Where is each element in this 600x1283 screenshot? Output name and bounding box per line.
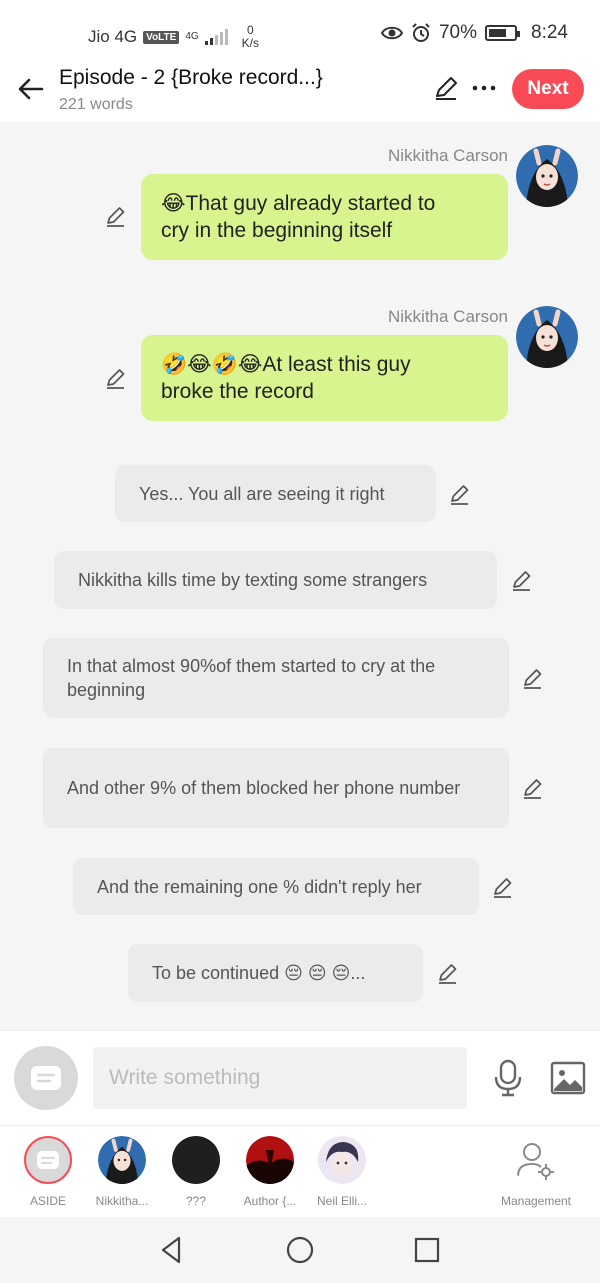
network-speed: 0 K/s xyxy=(241,23,260,50)
chat-area[interactable]: Nikkitha Carson 😂That guy already starte… xyxy=(0,122,600,1030)
edit-narration-icon[interactable] xyxy=(491,875,515,899)
character-bar: ASIDE Nikkitha... ??? Author {... Neil E… xyxy=(0,1125,600,1217)
message-bubble[interactable]: 🤣😂🤣😂At least this guy broke the record xyxy=(141,335,508,421)
edit-narration-icon[interactable] xyxy=(436,961,460,985)
more-options-icon[interactable] xyxy=(470,74,498,102)
edit-narration-icon[interactable] xyxy=(448,482,472,506)
narration-text: And the remaining one % didn't reply her xyxy=(97,876,422,897)
message-text-line: 😂That guy already started to xyxy=(161,192,436,215)
message-input[interactable] xyxy=(93,1047,467,1109)
composer-bar xyxy=(0,1030,600,1125)
message-text-line: 🤣😂🤣😂At least this guy xyxy=(161,353,411,376)
narration-bubble[interactable]: To be continued 😔 😔 😔... xyxy=(128,944,423,1002)
narration-text: To be continued 😔 😔 😔... xyxy=(152,963,366,983)
character-label: Nikkitha... xyxy=(95,1194,149,1208)
message-bubble[interactable]: 😂That guy already started to cry in the … xyxy=(141,174,508,260)
edit-message-icon[interactable] xyxy=(104,204,128,228)
battery-icon xyxy=(485,25,521,41)
image-icon[interactable] xyxy=(550,1061,586,1095)
back-arrow-icon[interactable] xyxy=(14,72,48,106)
microphone-icon[interactable] xyxy=(492,1059,524,1097)
network-type: 4G xyxy=(185,31,199,42)
message-text-line: broke the record xyxy=(161,380,314,403)
status-bar: Jio 4G VoLTE 4G 0 K/s 70% 8:24 xyxy=(0,0,600,60)
edit-message-icon[interactable] xyxy=(104,366,128,390)
carrier-label: Jio 4G xyxy=(88,27,138,46)
alarm-icon xyxy=(412,23,430,42)
character-label: Author {... xyxy=(243,1194,297,1208)
character-label: Management xyxy=(500,1194,572,1208)
edit-narration-icon[interactable] xyxy=(521,776,545,800)
narration-text: And other 9% of them blocked her phone n… xyxy=(67,778,461,798)
avatar[interactable] xyxy=(516,306,578,368)
avatar xyxy=(246,1136,294,1184)
word-count: 221 words xyxy=(59,96,133,113)
management-button[interactable]: Management xyxy=(496,1136,576,1208)
edit-narration-icon[interactable] xyxy=(521,666,545,690)
narration-text: In that almost 90%of them started to cry… xyxy=(67,656,436,700)
nav-recents-icon[interactable] xyxy=(412,1235,442,1265)
narration-bubble[interactable]: Nikkitha kills time by texting some stra… xyxy=(54,551,497,609)
next-button[interactable]: Next xyxy=(512,69,584,109)
system-nav-bar xyxy=(0,1217,600,1283)
narration-text: Nikkitha kills time by texting some stra… xyxy=(78,570,428,590)
character-author[interactable]: Author {... xyxy=(230,1136,310,1208)
avatar[interactable] xyxy=(516,145,578,207)
narration-bubble[interactable]: Yes... You all are seeing it right xyxy=(115,465,436,522)
character-neil[interactable]: Neil Elli... xyxy=(302,1136,382,1208)
signal-icon xyxy=(204,29,228,45)
edit-title-icon[interactable] xyxy=(432,74,460,102)
narration-bubble[interactable]: And other 9% of them blocked her phone n… xyxy=(43,748,509,828)
character-unknown[interactable]: ??? xyxy=(156,1136,236,1208)
aside-avatar xyxy=(24,1136,72,1184)
sender-name: Nikkitha Carson xyxy=(388,146,508,165)
avatar xyxy=(172,1136,220,1184)
narration-text: Yes... You all are seeing it right xyxy=(139,483,385,504)
status-left: Jio 4G VoLTE 4G 0 K/s xyxy=(88,24,259,50)
episode-header: Episode - 2 {Broke record...} 221 words … xyxy=(0,60,600,122)
chat-bubble-icon xyxy=(37,1151,59,1169)
battery-percent: 70% xyxy=(438,22,478,43)
character-label: ??? xyxy=(185,1194,207,1208)
character-label: ASIDE xyxy=(29,1194,66,1208)
chat-bubble-icon xyxy=(31,1066,61,1090)
avatar xyxy=(98,1136,146,1184)
aside-toggle-button[interactable] xyxy=(14,1046,78,1110)
narration-bubble[interactable]: In that almost 90%of them started to cry… xyxy=(43,638,509,718)
management-icon xyxy=(512,1136,560,1184)
nav-home-icon[interactable] xyxy=(285,1235,315,1265)
clock: 8:24 xyxy=(531,22,568,43)
message-text-line: cry in the beginning itself xyxy=(161,219,393,242)
episode-title[interactable]: Episode - 2 {Broke record...} xyxy=(59,66,323,90)
character-nikkitha[interactable]: Nikkitha... xyxy=(82,1136,162,1208)
character-label: Neil Elli... xyxy=(316,1194,367,1208)
avatar xyxy=(318,1136,366,1184)
character-aside[interactable]: ASIDE xyxy=(8,1136,88,1208)
volte-badge: VoLTE xyxy=(143,30,180,44)
sender-name: Nikkitha Carson xyxy=(388,307,508,326)
eye-icon xyxy=(380,26,403,40)
edit-narration-icon[interactable] xyxy=(510,568,534,592)
nav-back-icon[interactable] xyxy=(157,1235,187,1265)
status-right: 70% 8:24 xyxy=(380,22,568,44)
narration-bubble[interactable]: And the remaining one % didn't reply her xyxy=(73,858,479,915)
